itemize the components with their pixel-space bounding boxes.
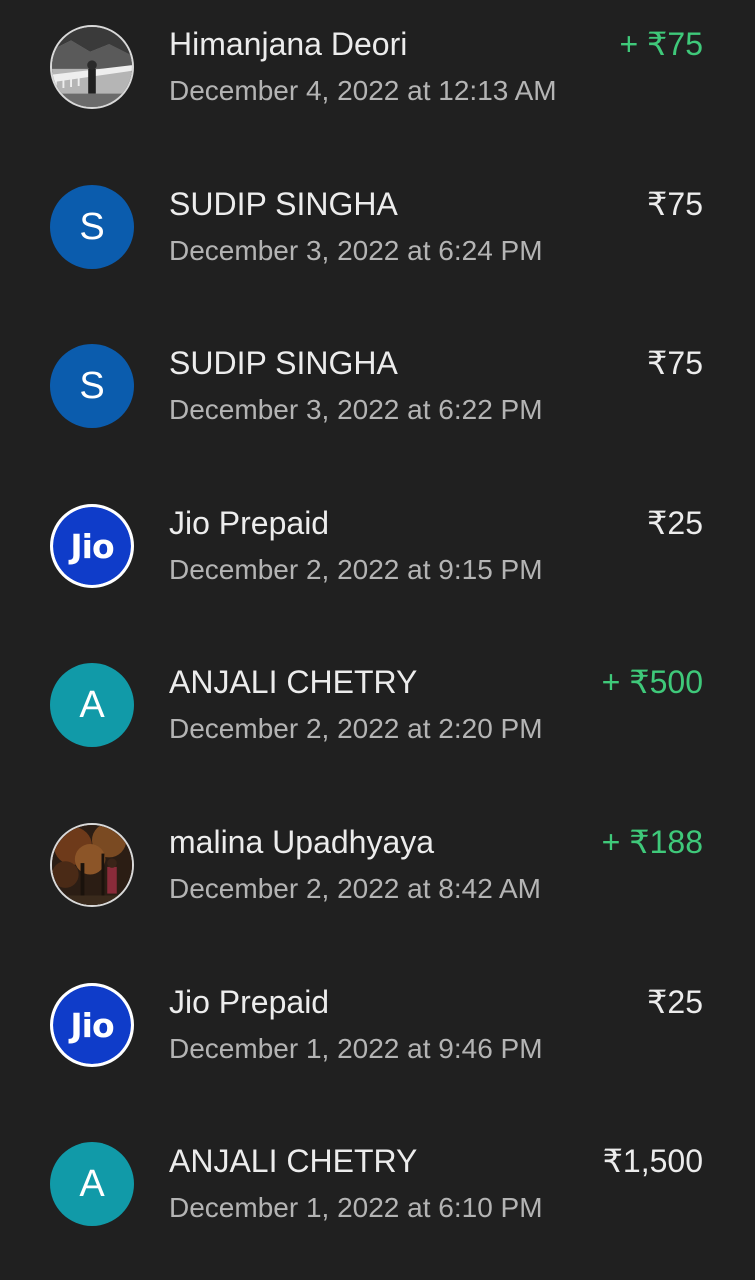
- transaction-date: December 1, 2022 at 9:46 PM: [169, 1033, 543, 1064]
- transaction-row-jio-prepaid[interactable]: Jio Jio Prepaid December 1, 2022 at 9:46…: [0, 958, 755, 1117]
- transaction-amount: ₹1,500: [602, 1143, 703, 1179]
- transaction-row-himanjana-deori[interactable]: Himanjana Deori December 4, 2022 at 12:1…: [0, 0, 755, 159]
- profile-photo-avatar: [50, 823, 134, 907]
- jio-logo-icon: Jio: [53, 507, 131, 585]
- transaction-name: ANJALI CHETRY: [169, 664, 418, 700]
- transaction-row-sudip-singha[interactable]: S SUDIP SINGHA December 3, 2022 at 6:22 …: [0, 319, 755, 478]
- profile-photo-autumn-icon: [52, 825, 132, 905]
- transaction-date: December 3, 2022 at 6:24 PM: [169, 235, 543, 266]
- transaction-amount: ₹75: [647, 186, 703, 222]
- transaction-date: December 1, 2022 at 6:10 PM: [169, 1192, 543, 1223]
- transaction-name: SUDIP SINGHA: [169, 186, 398, 222]
- transaction-amount: ₹75: [647, 345, 703, 381]
- transaction-amount: + ₹500: [601, 664, 703, 700]
- jio-logo-avatar: Jio: [50, 983, 134, 1067]
- transaction-amount: + ₹188: [601, 824, 703, 860]
- letter-avatar: A: [50, 663, 134, 747]
- transaction-row-anjali-chetry[interactable]: A ANJALI CHETRY December 2, 2022 at 2:20…: [0, 638, 755, 797]
- transaction-amount: ₹25: [647, 984, 703, 1020]
- jio-logo-icon: Jio: [53, 986, 131, 1064]
- transaction-date: December 2, 2022 at 2:20 PM: [169, 713, 543, 744]
- transaction-row-sudip-singha[interactable]: S SUDIP SINGHA December 3, 2022 at 6:24 …: [0, 160, 755, 319]
- profile-photo-avatar: [50, 25, 134, 109]
- transaction-list: Himanjana Deori December 4, 2022 at 12:1…: [0, 0, 755, 1280]
- transaction-name: Jio Prepaid: [169, 505, 330, 541]
- jio-logo-avatar: Jio: [50, 504, 134, 588]
- transaction-amount: ₹25: [647, 505, 703, 541]
- transaction-date: December 2, 2022 at 9:15 PM: [169, 554, 543, 585]
- letter-avatar: A: [50, 1142, 134, 1226]
- transaction-date: December 3, 2022 at 6:22 PM: [169, 394, 543, 425]
- transaction-name: malina Upadhyaya: [169, 824, 435, 860]
- profile-photo-bridge-icon: [52, 27, 132, 107]
- transaction-name: Jio Prepaid: [169, 984, 330, 1020]
- transaction-row-jio-prepaid[interactable]: Jio Jio Prepaid December 2, 2022 at 9:15…: [0, 479, 755, 638]
- transaction-row-malina-upadhyaya[interactable]: malina Upadhyaya December 2, 2022 at 8:4…: [0, 798, 755, 957]
- transaction-row-anjali-chetry[interactable]: A ANJALI CHETRY December 1, 2022 at 6:10…: [0, 1117, 755, 1276]
- transaction-date: December 4, 2022 at 12:13 AM: [169, 75, 557, 106]
- transaction-amount: + ₹75: [619, 26, 703, 62]
- transaction-name: Himanjana Deori: [169, 26, 408, 62]
- letter-avatar: S: [50, 185, 134, 269]
- transaction-date: December 2, 2022 at 8:42 AM: [169, 873, 541, 904]
- letter-avatar: S: [50, 344, 134, 428]
- transaction-name: ANJALI CHETRY: [169, 1143, 418, 1179]
- transaction-name: SUDIP SINGHA: [169, 345, 398, 381]
